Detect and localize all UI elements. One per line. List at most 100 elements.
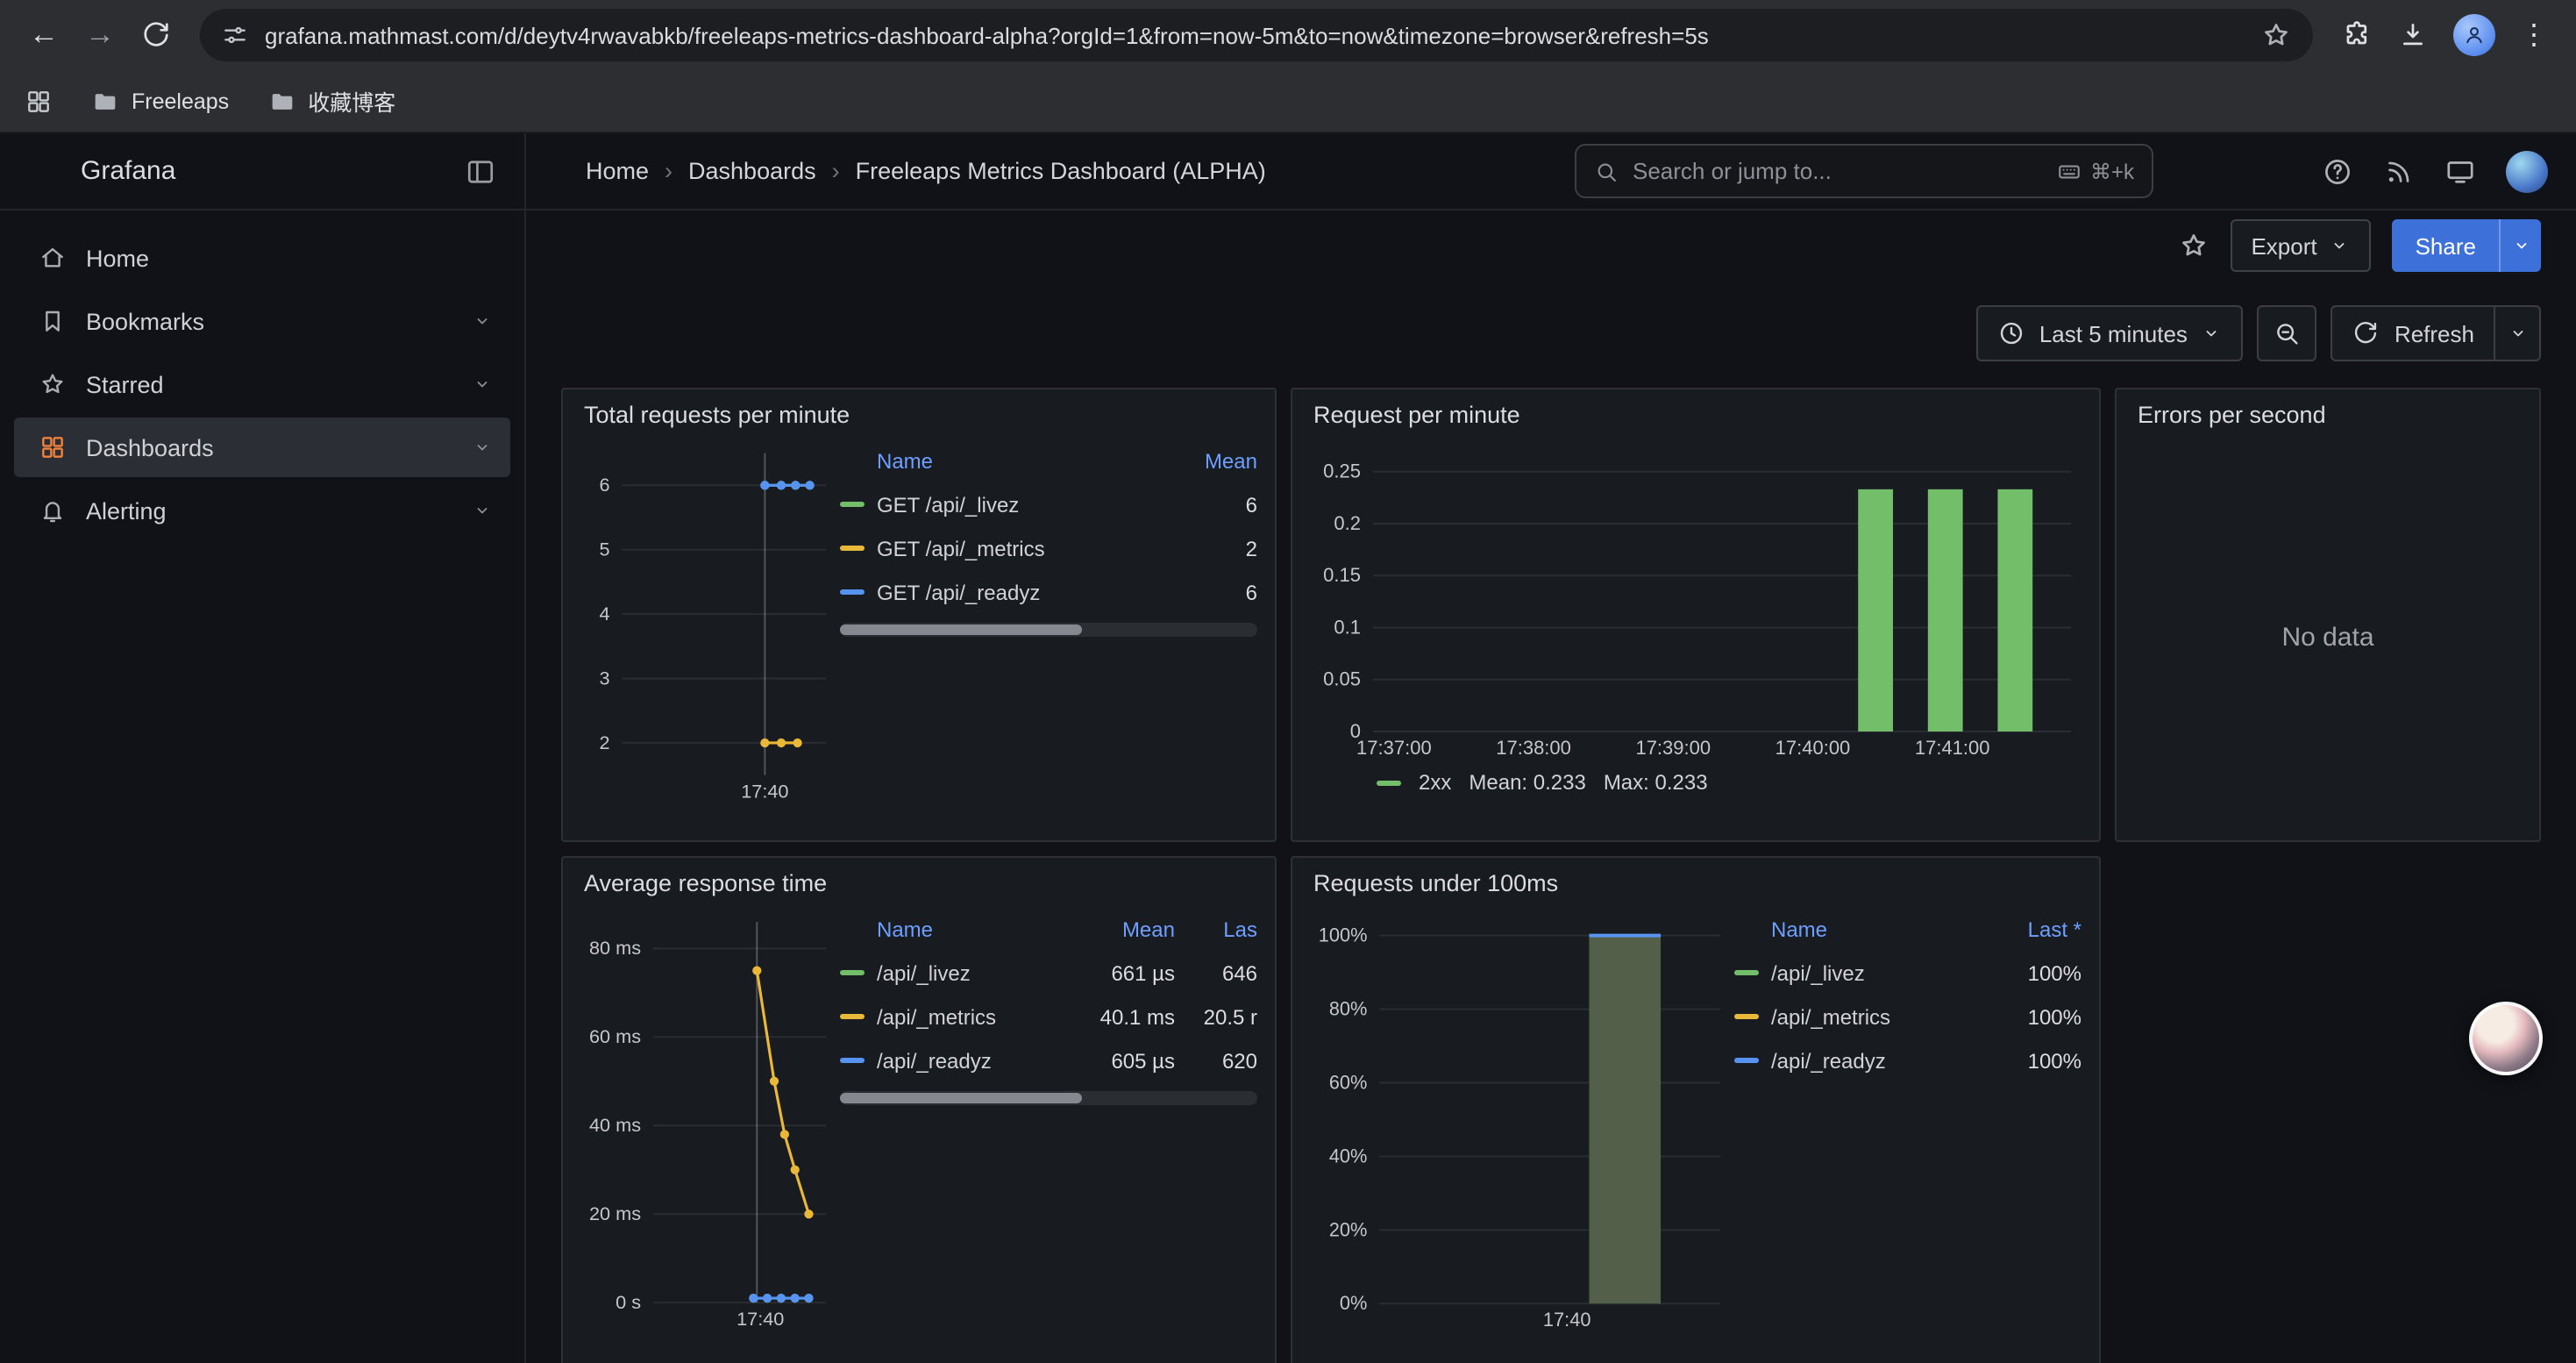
svg-text:17:40: 17:40: [1543, 1309, 1591, 1331]
time-controls: Last 5 minutes Refresh: [561, 305, 2541, 361]
panel-errors-per-second: Errors per second No data: [2115, 388, 2541, 842]
series-swatch: [840, 589, 865, 595]
svg-text:4: 4: [599, 603, 609, 624]
svg-text:17:40: 17:40: [741, 780, 788, 802]
apps-icon[interactable]: [25, 87, 53, 115]
legend-row: /api/_readyz 605 µs 620: [840, 1038, 1257, 1082]
panel-title[interactable]: Total requests per minute: [563, 389, 1275, 433]
refresh-interval-caret[interactable]: [2495, 305, 2541, 361]
browser-profile-avatar[interactable]: [2453, 14, 2495, 56]
panel-grid: Total requests per minute 2345617:40 Nam…: [561, 388, 2541, 1363]
share-menu-caret[interactable]: [2499, 219, 2541, 272]
series-max: Max: 0.233: [1604, 770, 1708, 795]
scrollbar-thumb[interactable]: [840, 1093, 1082, 1103]
grafana-logo[interactable]: [28, 153, 63, 189]
clock-icon: [1997, 319, 2025, 347]
chevron-down-icon[interactable]: [472, 374, 493, 395]
line-chart[interactable]: 2345617:40: [580, 437, 840, 809]
zoom-out-button[interactable]: [2258, 305, 2317, 361]
series-swatch: [840, 1058, 865, 1063]
svg-text:17:39:00: 17:39:00: [1635, 737, 1711, 759]
sidebar-item-starred[interactable]: Starred: [14, 354, 510, 414]
legend-header-name[interactable]: Name: [877, 917, 1061, 942]
search-box[interactable]: ⌘+k: [1575, 144, 2153, 198]
bookmark-item[interactable]: Freeleaps: [91, 87, 229, 115]
legend-header-last[interactable]: Last *: [1997, 917, 2081, 942]
downloads-icon[interactable]: [2397, 19, 2429, 51]
help-icon[interactable]: [2322, 155, 2353, 187]
legend-header-name[interactable]: Name: [877, 449, 1164, 474]
bookmarks-bar: Freeleaps 收藏博客: [0, 70, 2576, 133]
grafana-app: Grafana Home Bookmarks Starred: [0, 133, 2576, 1363]
legend-table: Name Mean Las /api/_livez 661 µs 646: [840, 905, 1257, 1363]
sidebar-item-alerting[interactable]: Alerting: [14, 481, 510, 540]
grafana-main: Home › Dashboards › Freeleaps Metrics Da…: [526, 133, 2576, 1363]
svg-text:6: 6: [599, 474, 609, 496]
bookmark-item[interactable]: 收藏博客: [267, 84, 395, 118]
site-settings-icon[interactable]: [221, 21, 249, 49]
scrollbar-thumb[interactable]: [840, 624, 1082, 635]
series-name[interactable]: 2xx: [1419, 770, 1451, 795]
sidebar-item-dashboards[interactable]: Dashboards: [14, 417, 510, 477]
time-range-picker[interactable]: Last 5 minutes: [1976, 305, 2244, 361]
chevron-down-icon[interactable]: [472, 310, 493, 332]
svg-text:80%: 80%: [1329, 998, 1368, 1020]
forward-icon[interactable]: →: [74, 9, 126, 61]
legend-row: /api/_livez 100%: [1734, 951, 2081, 995]
favorite-star-icon[interactable]: [2177, 230, 2209, 261]
svg-text:40%: 40%: [1329, 1145, 1368, 1167]
legend-header-mean[interactable]: Mean: [1177, 449, 1257, 474]
legend-header-last[interactable]: Las: [1187, 917, 1257, 942]
legend-row: /api/_readyz 100%: [1734, 1038, 2081, 1082]
back-icon[interactable]: ←: [18, 9, 70, 61]
chevron-down-icon: [2330, 235, 2351, 256]
grafana-sidebar: Grafana Home Bookmarks Starred: [0, 133, 526, 1363]
line-chart[interactable]: 0 s20 ms40 ms60 ms80 ms17:40: [580, 905, 840, 1337]
chevron-down-icon[interactable]: [472, 437, 493, 458]
chevron-down-icon[interactable]: [472, 500, 493, 521]
floating-avatar-widget[interactable]: [2469, 1002, 2543, 1075]
breadcrumb-separator: ›: [832, 158, 840, 184]
share-button[interactable]: Share: [2393, 219, 2499, 272]
legend-header-mean[interactable]: Mean: [1073, 917, 1175, 942]
kiosk-monitor-icon[interactable]: [2444, 155, 2476, 187]
svg-text:0.25: 0.25: [1323, 460, 1361, 482]
breadcrumb-home[interactable]: Home: [586, 158, 649, 184]
search-input[interactable]: [1633, 158, 2043, 184]
extensions-icon[interactable]: [2341, 19, 2373, 51]
svg-text:17:40:00: 17:40:00: [1775, 737, 1851, 759]
news-icon[interactable]: [2383, 155, 2415, 187]
legend-scrollbar[interactable]: [840, 623, 1257, 637]
user-avatar[interactable]: [2506, 150, 2548, 192]
reload-icon[interactable]: [130, 9, 182, 61]
series-swatch: [840, 502, 865, 507]
panel-title[interactable]: Average response time: [563, 858, 1275, 902]
legend-header-name[interactable]: Name: [1771, 917, 1985, 942]
series-swatch: [840, 546, 865, 551]
legend-row: /api/_metrics 40.1 ms 20.5 r: [840, 995, 1257, 1038]
bar-chart[interactable]: 00.050.10.150.20.2517:37:0017:38:0017:39…: [1310, 437, 2085, 763]
sidebar-item-bookmarks[interactable]: Bookmarks: [14, 291, 510, 351]
breadcrumb-dashboards[interactable]: Dashboards: [688, 158, 816, 184]
sidebar-brand: Grafana: [0, 133, 524, 211]
panel-title[interactable]: Requests under 100ms: [1292, 858, 2099, 902]
svg-text:80 ms: 80 ms: [589, 937, 641, 959]
panel-title[interactable]: Errors per second: [2117, 389, 2539, 433]
legend-scrollbar[interactable]: [840, 1091, 1257, 1105]
search-icon: [1594, 159, 1619, 183]
panel-total-requests: Total requests per minute 2345617:40 Nam…: [561, 388, 1277, 842]
svg-text:17:38:00: 17:38:00: [1496, 737, 1571, 759]
refresh-button[interactable]: Refresh: [2331, 305, 2495, 361]
chevron-down-icon: [2507, 323, 2528, 344]
sidebar-collapse-icon[interactable]: [465, 155, 496, 187]
browser-menu-icon[interactable]: ⋮: [2520, 18, 2548, 53]
export-button[interactable]: Export: [2230, 219, 2371, 272]
bar-chart[interactable]: 0%20%40%60%80%100%17:40: [1310, 905, 1734, 1337]
panel-title[interactable]: Request per minute: [1292, 389, 2099, 433]
bookmark-star-icon[interactable]: [2260, 19, 2292, 51]
address-bar[interactable]: [200, 9, 2313, 61]
sidebar-item-home[interactable]: Home: [14, 228, 510, 288]
url-input[interactable]: [265, 22, 2245, 48]
series-swatch: [1734, 970, 1759, 975]
panel-average-response-time: Average response time 0 s20 ms40 ms60 ms…: [561, 856, 1277, 1363]
